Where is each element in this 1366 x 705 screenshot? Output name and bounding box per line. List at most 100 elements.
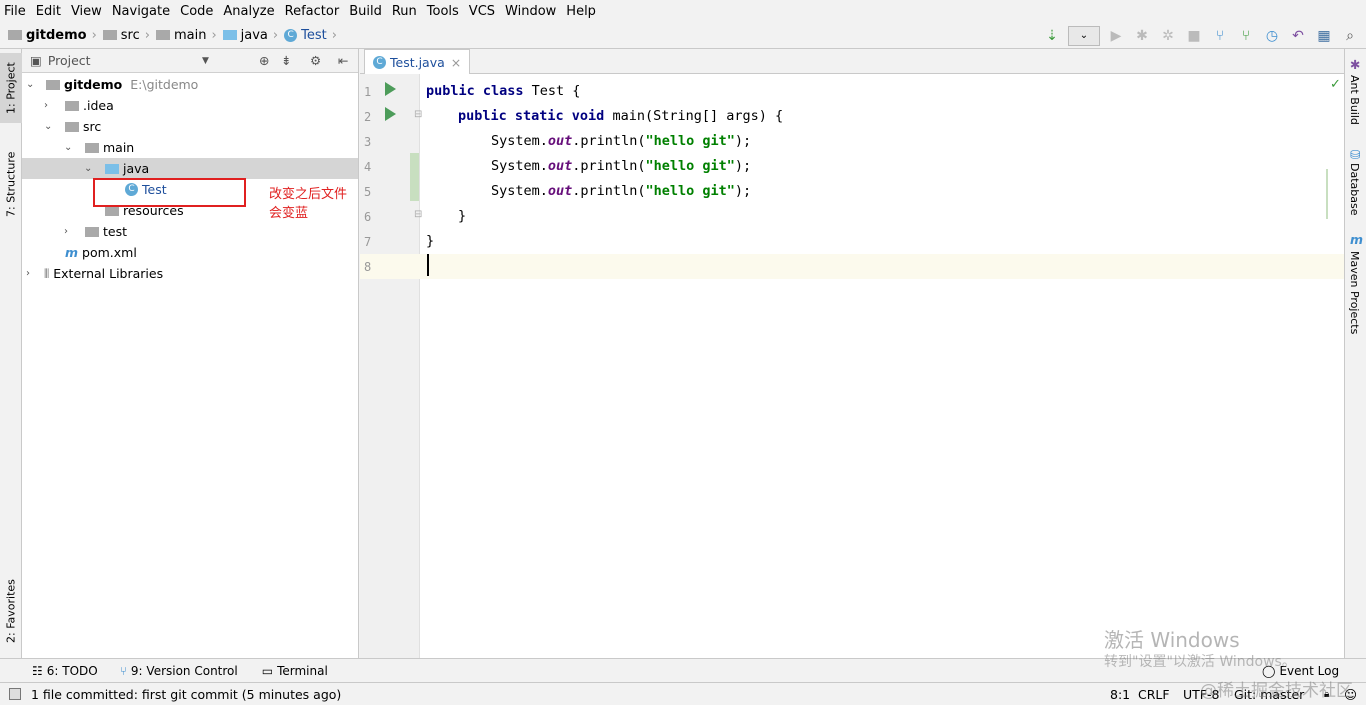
editor[interactable]: C Test.java × 1 2 3 4 5 6 7 8 ⊟ ⊟ public c…: [360, 49, 1344, 658]
crumb-label: main: [173, 27, 207, 43]
code-line-5: System.out.println("hello git");: [491, 183, 752, 199]
tree-item-gitdemo[interactable]: ⌄ gitdemo E:\gitdemo: [22, 74, 358, 95]
tab-favorites[interactable]: 2: Favorites: [0, 569, 22, 654]
tree-item-idea[interactable]: › .idea: [22, 95, 358, 116]
tree-label: gitdemo: [64, 77, 123, 92]
breadcrumb-gitdemo[interactable]: gitdemo ›: [8, 28, 97, 43]
code-line-2: public static void main(String[] args) {: [458, 108, 784, 124]
tab-terminal[interactable]: ▭ Terminal: [262, 664, 328, 678]
run-class-icon[interactable]: [385, 82, 396, 96]
line-number: 1: [364, 85, 372, 99]
menu-edit[interactable]: Edit: [36, 4, 61, 19]
toggle-tool-windows-icon[interactable]: [9, 688, 21, 700]
maven-icon: m: [65, 245, 79, 260]
tab-project[interactable]: 1: Project: [0, 53, 22, 123]
menu-view[interactable]: View: [71, 4, 102, 19]
code-line-7: }: [426, 233, 435, 249]
status-message[interactable]: 1 file committed: first git commit (5 mi…: [31, 687, 341, 702]
project-structure-icon[interactable]: ▦: [1314, 26, 1334, 46]
source-folder-icon: [222, 30, 237, 40]
menu-tools[interactable]: Tools: [427, 4, 459, 19]
menu-code[interactable]: Code: [180, 4, 213, 19]
breadcrumb-java[interactable]: java ›: [222, 28, 278, 43]
line-number: 3: [364, 135, 372, 149]
dropdown-icon[interactable]: ▼: [202, 56, 209, 66]
stop-icon[interactable]: ■: [1184, 26, 1204, 46]
menu-analyze[interactable]: Analyze: [223, 4, 274, 19]
code-line-6: }: [458, 208, 467, 224]
tab-label: 9: Version Control: [130, 663, 238, 678]
change-stripe[interactable]: [1326, 169, 1328, 219]
search-icon[interactable]: ⌕: [1340, 26, 1360, 46]
terminal-icon: ▭: [261, 663, 274, 678]
build-icon[interactable]: ⇣: [1042, 26, 1062, 46]
fold-icon[interactable]: ⊟: [414, 209, 422, 220]
inspection-ok-icon[interactable]: ✓: [1330, 77, 1341, 92]
tree-item-main[interactable]: ⌄ main: [22, 137, 358, 158]
tab-version-control[interactable]: ⑂ 9: Version Control: [120, 664, 238, 678]
caret-position[interactable]: 8:1: [1110, 687, 1130, 702]
folder-icon: [65, 100, 79, 111]
run-main-icon[interactable]: [385, 107, 396, 121]
breadcrumb-src[interactable]: src ›: [102, 27, 150, 43]
watermark-site: @稀土掘金技术社区: [1200, 681, 1353, 701]
menu-navigate[interactable]: Navigate: [112, 4, 170, 19]
line-separator[interactable]: CRLF: [1138, 687, 1170, 702]
menu-run[interactable]: Run: [392, 4, 417, 19]
project-view-selector[interactable]: Project: [48, 53, 91, 68]
menu-help[interactable]: Help: [566, 4, 596, 19]
run-icon[interactable]: ▶: [1106, 26, 1126, 46]
tree-item-external-libraries[interactable]: › ⫴ External Libraries: [22, 263, 358, 284]
vcs-change-marker[interactable]: [410, 153, 419, 201]
breadcrumb-main[interactable]: main ›: [155, 27, 217, 43]
close-icon[interactable]: ×: [451, 55, 461, 70]
breadcrumb-test[interactable]: C Test ›: [284, 28, 337, 43]
tree-item-src[interactable]: ⌄ src: [22, 116, 358, 137]
coverage-icon[interactable]: ✲: [1158, 26, 1178, 46]
tab-test-java[interactable]: C Test.java ×: [364, 49, 471, 74]
folder-icon: [105, 205, 119, 216]
tab-label: 6: TODO: [46, 663, 98, 678]
tree-item-java[interactable]: ⌄ java: [22, 158, 358, 179]
editor-tab-bar: C Test.java ×: [360, 49, 1344, 74]
debug-icon[interactable]: ✱: [1132, 26, 1152, 46]
tab-label: Terminal: [277, 663, 328, 678]
tree-item-pom[interactable]: m pom.xml: [22, 242, 358, 263]
text-caret: [427, 254, 429, 276]
vcs-icon: ⑂: [119, 663, 127, 678]
vcs-update-icon[interactable]: ⑂: [1210, 26, 1230, 46]
root-path: E:\gitdemo: [130, 77, 199, 92]
gear-icon[interactable]: ⚙: [310, 53, 321, 68]
vcs-commit-icon[interactable]: ⑂: [1236, 26, 1256, 46]
locate-icon[interactable]: ⊕: [259, 53, 269, 68]
fold-icon[interactable]: ⊟: [414, 109, 422, 120]
folder-icon: [155, 30, 170, 40]
menu-refactor[interactable]: Refactor: [285, 4, 340, 19]
vcs-history-icon[interactable]: ◷: [1262, 26, 1282, 46]
collapse-all-icon[interactable]: ⇟: [281, 53, 291, 68]
tab-structure[interactable]: 7: Structure: [0, 144, 22, 224]
crumb-label: src: [120, 27, 140, 43]
folder-icon: [85, 142, 99, 153]
tab-todo[interactable]: ☷ 6: TODO: [32, 664, 98, 678]
tree-item-test[interactable]: › test: [22, 221, 358, 242]
menu-file[interactable]: File: [4, 4, 26, 19]
database-icon: ⛁: [1350, 147, 1361, 162]
menu-window[interactable]: Window: [505, 4, 556, 19]
tab-ant-build[interactable]: Ant Build: [1348, 75, 1361, 125]
tree-label: .idea: [83, 98, 114, 113]
watermark-activate-sub: 转到"设置"以激活 Windows。: [1104, 654, 1296, 670]
revert-icon[interactable]: ↶: [1288, 26, 1308, 46]
crumb-label: gitdemo: [26, 27, 87, 43]
tree-label: pom.xml: [82, 245, 137, 260]
crumb-label: Test: [301, 27, 327, 43]
tab-maven-projects[interactable]: Maven Projects: [1348, 251, 1361, 334]
folder-icon: [102, 30, 117, 40]
caret-row: [360, 254, 1344, 279]
hide-icon[interactable]: ⇤: [338, 53, 348, 68]
run-config-dropdown[interactable]: ⌄: [1068, 25, 1100, 46]
tab-database[interactable]: Database: [1348, 163, 1361, 216]
menu-vcs[interactable]: VCS: [469, 4, 495, 19]
menu-build[interactable]: Build: [349, 4, 382, 19]
tree-label: java: [123, 161, 150, 176]
